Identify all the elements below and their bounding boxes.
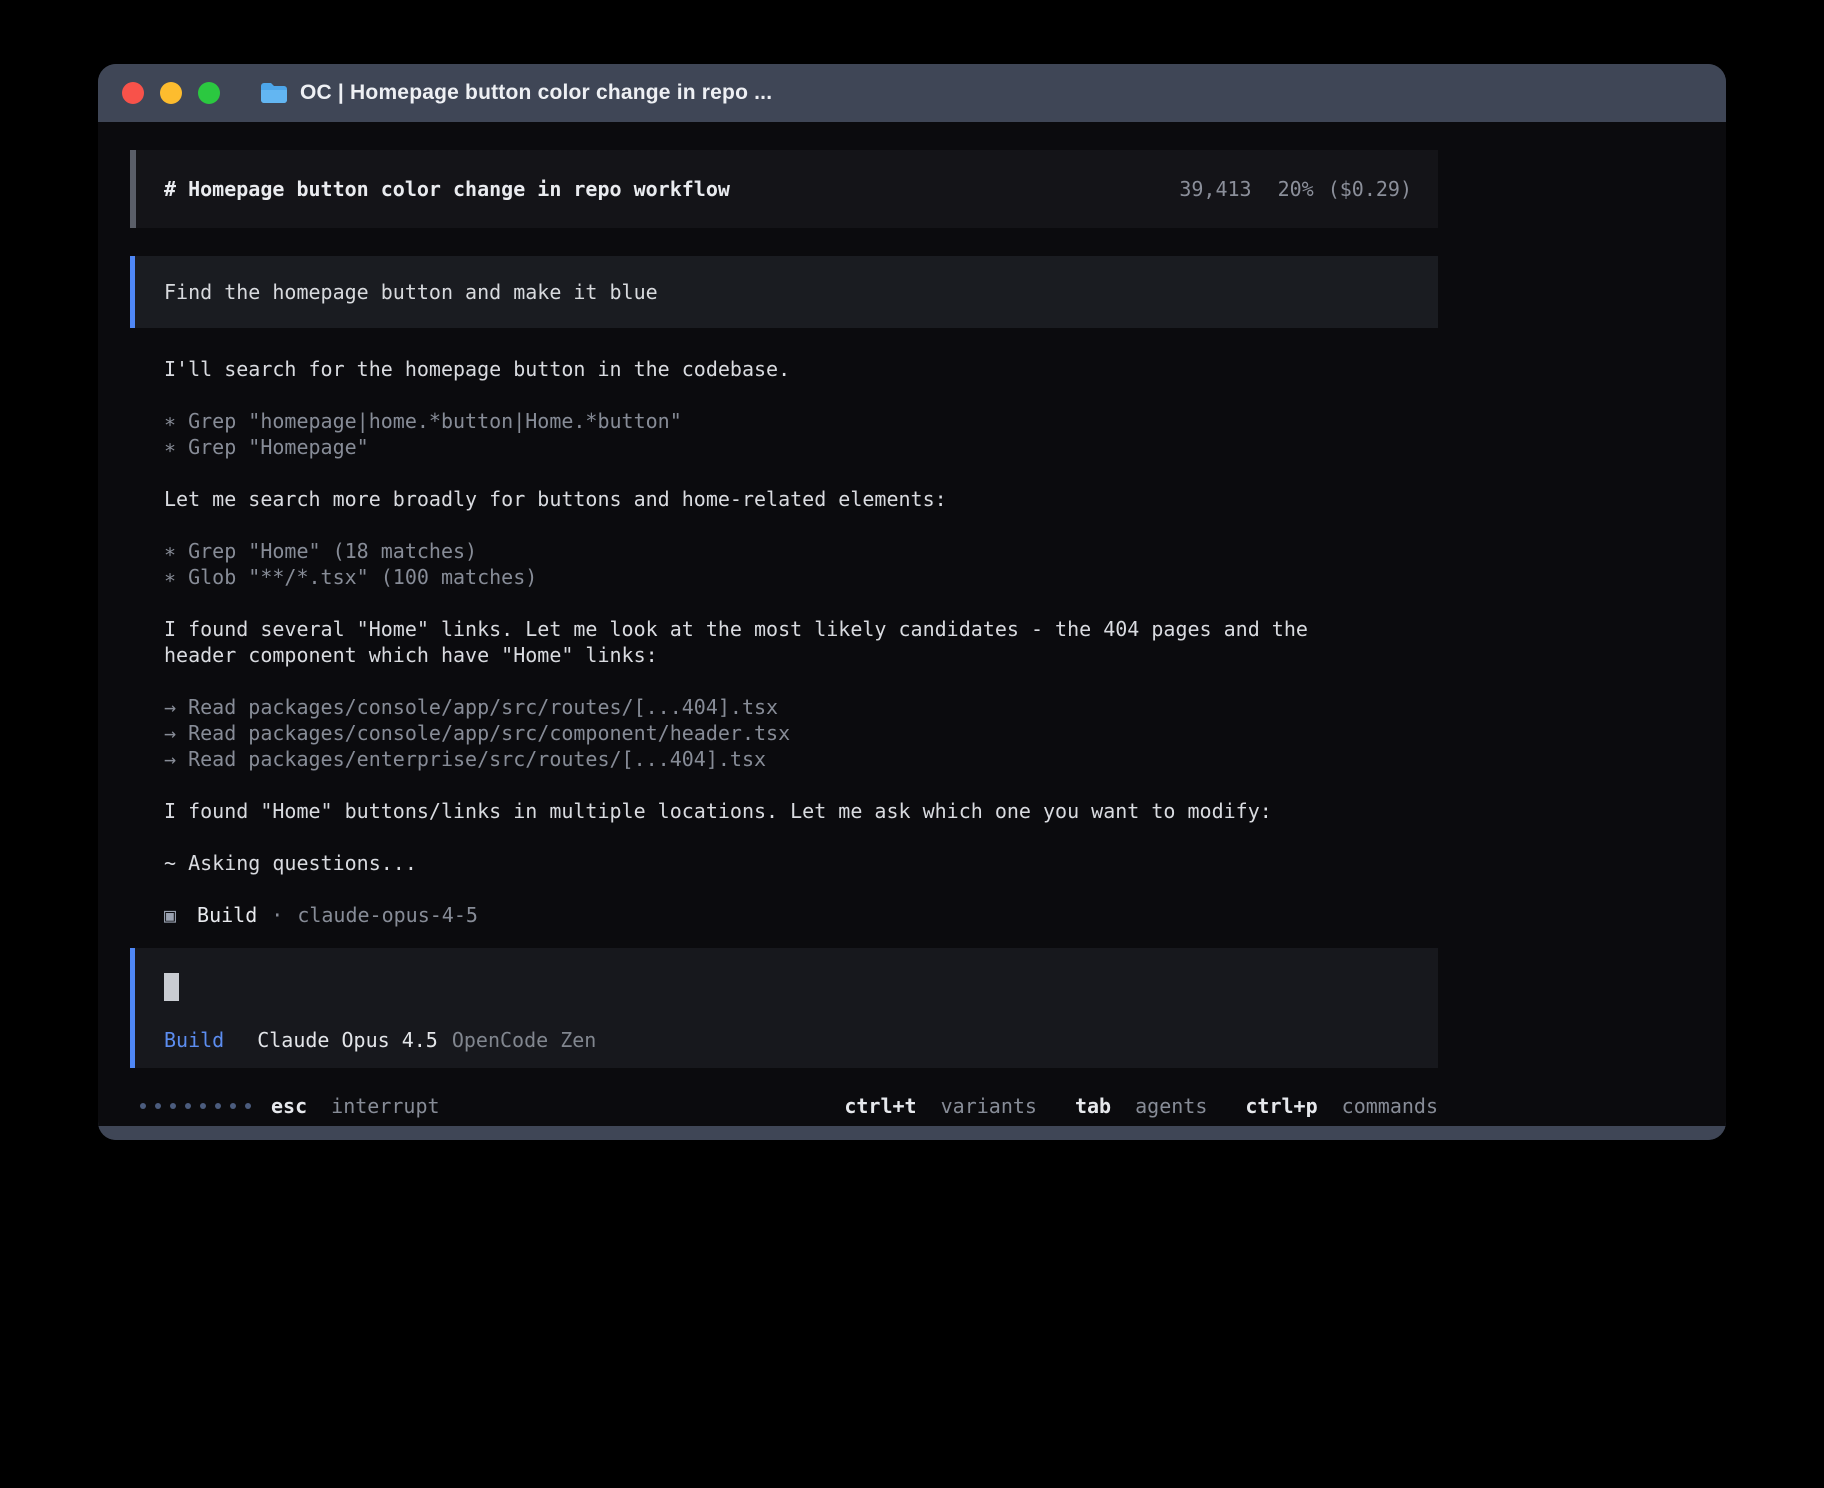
tool-call-read: → Read packages/enterprise/src/routes/[.…: [164, 746, 1438, 772]
shortcut-interrupt: esc interrupt: [271, 1093, 440, 1119]
traffic-lights: [122, 82, 220, 104]
input-provider-label: OpenCode Zen: [452, 1027, 597, 1053]
assistant-transcript: I'll search for the homepage button in t…: [130, 356, 1438, 876]
session-cost: ($0.29): [1328, 176, 1412, 202]
window-title: OC | Homepage button color change in rep…: [300, 81, 772, 105]
shortcut-agents: tab agents: [1075, 1093, 1207, 1119]
minimize-button[interactable]: [160, 82, 182, 104]
shortcut-hints: ctrl+t variants tab agents ctrl+p comman…: [806, 1093, 1438, 1119]
status-bar: esc interrupt ctrl+t variants tab agents…: [130, 1093, 1438, 1119]
tool-call-grep: ∗ Grep "Home" (18 matches): [164, 538, 1438, 564]
shortcut-key: tab: [1075, 1094, 1111, 1118]
window-bottom-edge: [98, 1126, 1726, 1140]
user-message-text: Find the homepage button and make it blu…: [164, 279, 658, 305]
spinner-dots: [140, 1103, 251, 1109]
input-mode-label[interactable]: Build: [164, 1027, 224, 1053]
session-stats: 39,413 20% ($0.29): [1179, 176, 1412, 202]
context-percent: 20%: [1278, 176, 1314, 202]
titlebar: OC | Homepage button color change in rep…: [98, 64, 1726, 122]
agent-model: claude-opus-4-5: [297, 902, 478, 928]
session-title: # Homepage button color change in repo w…: [164, 176, 730, 202]
close-button[interactable]: [122, 82, 144, 104]
terminal-window: OC | Homepage button color change in rep…: [98, 64, 1726, 1140]
tool-call-grep: ∗ Grep "Homepage": [164, 434, 1438, 460]
assistant-text: I found "Home" buttons/links in multiple…: [164, 798, 1438, 824]
session-header: # Homepage button color change in repo w…: [130, 150, 1438, 228]
terminal-body: # Homepage button color change in repo w…: [98, 122, 1726, 1126]
tool-call-read: → Read packages/console/app/src/routes/[…: [164, 694, 1438, 720]
user-message: Find the homepage button and make it blu…: [130, 256, 1438, 328]
prompt-input[interactable]: Build Claude Opus 4.5 OpenCode Zen: [130, 948, 1438, 1068]
shortcut-variants: ctrl+t variants: [844, 1093, 1037, 1119]
assistant-text: I found several "Home" links. Let me loo…: [164, 616, 1384, 668]
zoom-button[interactable]: [198, 82, 220, 104]
assistant-text: Let me search more broadly for buttons a…: [164, 486, 1438, 512]
shortcut-commands: ctrl+p commands: [1245, 1093, 1438, 1119]
tool-call-read: → Read packages/console/app/src/componen…: [164, 720, 1438, 746]
agent-icon: ▣: [164, 902, 176, 928]
token-count: 39,413: [1179, 176, 1251, 202]
shortcut-label: commands: [1342, 1094, 1438, 1118]
assistant-status-text: ~ Asking questions...: [164, 850, 1438, 876]
tool-call-glob: ∗ Glob "**/*.tsx" (100 matches): [164, 564, 1438, 590]
input-footer: Build Claude Opus 4.5 OpenCode Zen: [164, 1027, 1412, 1053]
agent-name: Build: [197, 902, 257, 928]
esc-key: esc: [271, 1094, 307, 1118]
shortcut-key: ctrl+p: [1245, 1094, 1317, 1118]
esc-label: interrupt: [331, 1094, 439, 1118]
agent-separator: ·: [271, 902, 283, 928]
shortcut-key: ctrl+t: [844, 1094, 916, 1118]
tool-call-grep: ∗ Grep "homepage|home.*button|Home.*butt…: [164, 408, 1438, 434]
folder-icon: [260, 82, 288, 104]
text-cursor: [164, 973, 179, 1001]
assistant-text: I'll search for the homepage button in t…: [164, 356, 1438, 382]
input-model-label[interactable]: Claude Opus 4.5: [257, 1027, 438, 1053]
agent-status-row: ▣ Build · claude-opus-4-5: [130, 902, 1438, 928]
shortcut-label: variants: [941, 1094, 1037, 1118]
shortcut-label: agents: [1135, 1094, 1207, 1118]
